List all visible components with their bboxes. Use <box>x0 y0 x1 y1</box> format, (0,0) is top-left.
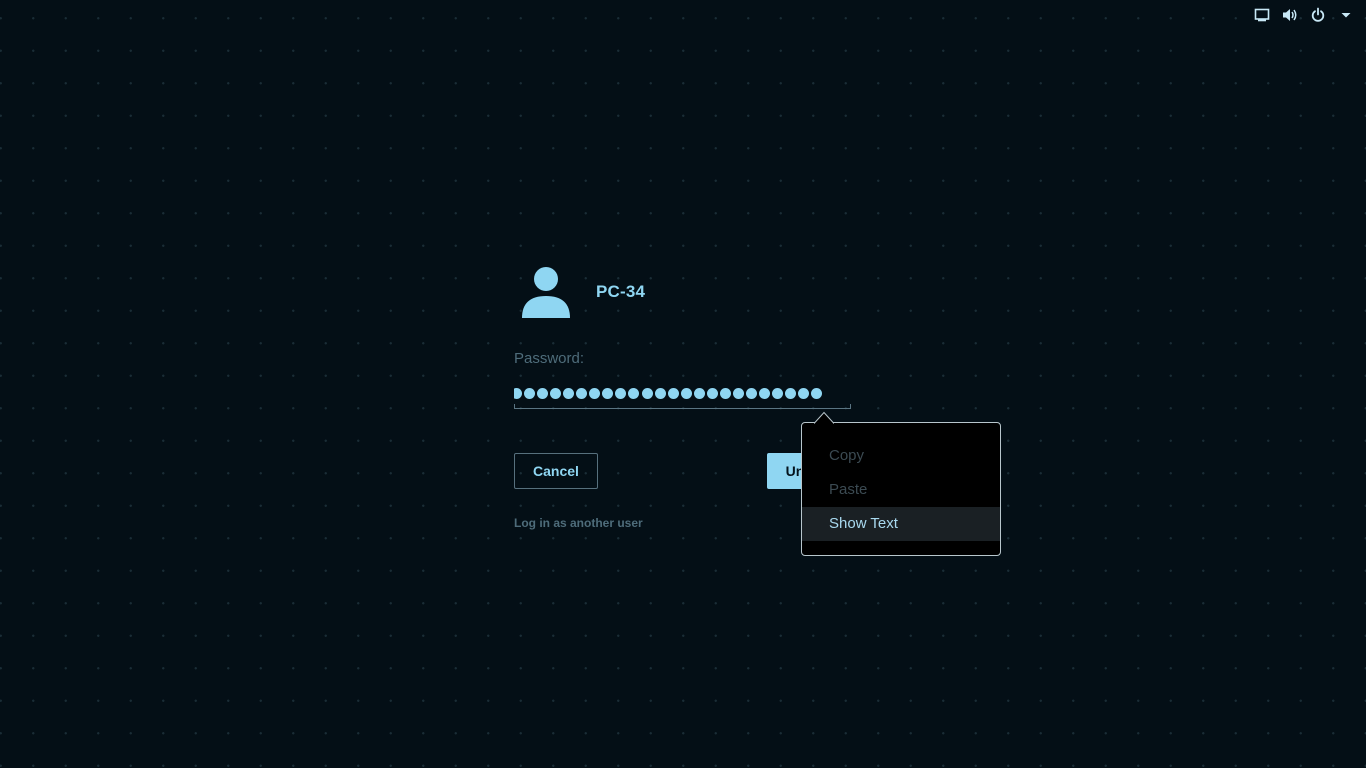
password-mask-dot <box>693 388 705 399</box>
password-mask-dot <box>719 388 731 399</box>
dropdown-arrow-icon[interactable] <box>1336 6 1356 24</box>
password-mask-dot <box>615 388 627 399</box>
password-mask-dot <box>732 388 744 399</box>
password-mask-dot <box>641 388 653 399</box>
password-mask-dot <box>589 388 601 399</box>
password-mask-dot <box>811 388 823 399</box>
password-mask-dot <box>706 388 718 399</box>
context-menu-caret <box>813 411 835 424</box>
password-mask-dot <box>785 388 797 399</box>
context-menu: Copy Paste Show Text <box>801 422 1001 556</box>
password-mask-dot <box>758 388 770 399</box>
context-menu-paste[interactable]: Paste <box>802 473 1000 507</box>
user-avatar-icon <box>520 266 572 320</box>
top-panel <box>1252 6 1356 24</box>
password-mask <box>514 387 851 401</box>
password-mask-dot <box>576 388 588 399</box>
password-label: Password: <box>514 350 585 367</box>
context-menu-show-text[interactable]: Show Text <box>802 507 1000 541</box>
password-mask-dot <box>514 388 522 399</box>
password-mask-dot <box>628 388 640 399</box>
password-input[interactable] <box>514 382 851 409</box>
user-name: PC-34 <box>596 282 646 301</box>
password-mask-dot <box>563 388 575 399</box>
password-mask-dot <box>602 388 614 399</box>
log-in-as-another-user-link[interactable]: Log in as another user <box>514 516 643 530</box>
cancel-button[interactable]: Cancel <box>514 453 598 489</box>
password-mask-dot <box>745 388 757 399</box>
password-mask-dot <box>537 388 549 399</box>
password-mask-dot <box>654 388 666 399</box>
power-icon[interactable] <box>1308 6 1328 24</box>
display-icon[interactable] <box>1252 6 1272 24</box>
context-menu-copy[interactable]: Copy <box>802 439 1000 473</box>
password-mask-dot <box>524 388 536 399</box>
password-mask-dot <box>680 388 692 399</box>
password-mask-dot <box>798 388 810 399</box>
volume-icon[interactable] <box>1280 6 1300 24</box>
password-mask-dot <box>667 388 679 399</box>
password-mask-dot <box>772 388 783 399</box>
password-mask-dot <box>550 388 562 399</box>
